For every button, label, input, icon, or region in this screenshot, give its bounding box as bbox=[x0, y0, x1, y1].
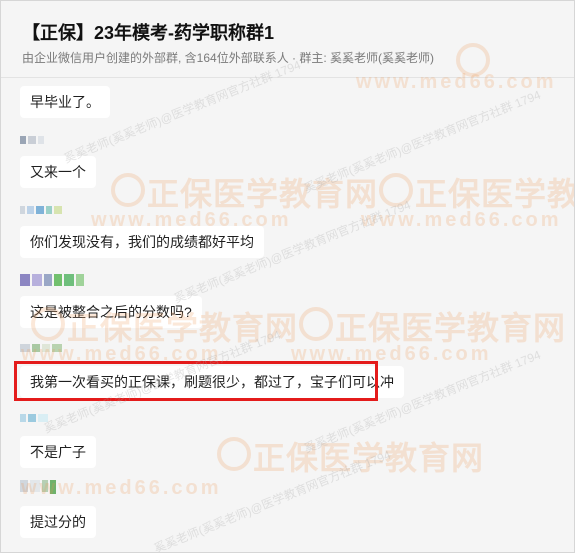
message-bubble[interactable]: 不是广子 bbox=[20, 436, 96, 468]
sender-name-blurred bbox=[20, 136, 46, 150]
message-bubble[interactable]: 又来一个 bbox=[20, 156, 96, 188]
group-title: 【正保】23年模考-药学职称群1 bbox=[22, 23, 275, 43]
message-text: 早毕业了。 bbox=[20, 86, 110, 118]
message-text: 这是被整合之后的分数吗? bbox=[20, 296, 202, 328]
message-bubble[interactable]: 这是被整合之后的分数吗? bbox=[20, 296, 202, 328]
message-text: 不是广子 bbox=[20, 436, 96, 468]
message-text: 你们发现没有，我们的成绩都好平均 bbox=[20, 226, 264, 258]
message-text: 又来一个 bbox=[20, 156, 96, 188]
chat-window: 【正保】23年模考-药学职称群1 由企业微信用户创建的外部群, 含164位外部联… bbox=[0, 0, 575, 553]
message-bubble[interactable]: 早毕业了。 bbox=[20, 86, 110, 118]
sender-name-blurred bbox=[20, 274, 86, 288]
sender-name-blurred bbox=[20, 206, 64, 220]
sender-name-blurred bbox=[20, 480, 58, 494]
message-text: 提过分的 bbox=[20, 506, 96, 538]
message-list[interactable]: 早毕业了。 又来一个 你们发现没有，我们的成绩都好平均 这是被整合之后的分数吗?… bbox=[1, 78, 574, 552]
message-text: 我第一次看买的正保课，刷题很少，都过了，宝子们可以冲 bbox=[20, 366, 404, 398]
message-bubble[interactable]: 提过分的 bbox=[20, 506, 96, 538]
sender-name-blurred bbox=[20, 414, 50, 428]
message-bubble[interactable]: 你们发现没有，我们的成绩都好平均 bbox=[20, 226, 264, 258]
sender-name-blurred bbox=[20, 344, 64, 358]
message-bubble[interactable]: 我第一次看买的正保课，刷题很少，都过了，宝子们可以冲 bbox=[20, 366, 404, 398]
group-subtitle: 由企业微信用户创建的外部群, 含164位外部联系人 · 群主: 奚奚老师(奚奚老… bbox=[22, 51, 435, 65]
chat-header: 【正保】23年模考-药学职称群1 由企业微信用户创建的外部群, 含164位外部联… bbox=[1, 1, 574, 78]
